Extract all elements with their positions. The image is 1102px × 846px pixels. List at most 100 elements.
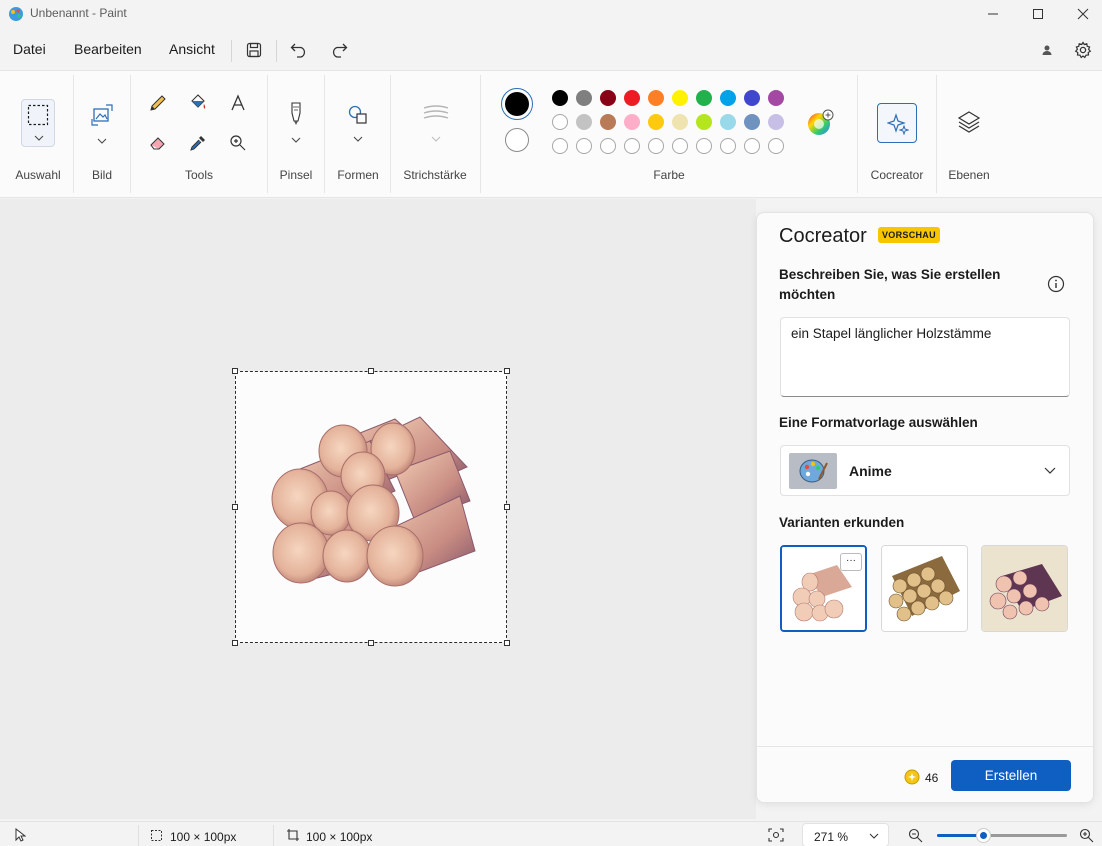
rectangle-select-icon	[27, 104, 49, 126]
resize-handle-bottom[interactable]	[368, 640, 374, 646]
resize-handle-top[interactable]	[368, 368, 374, 374]
custom-color-slot[interactable]	[720, 138, 736, 154]
custom-color-slot[interactable]	[552, 138, 568, 154]
eraser-tool[interactable]	[145, 130, 171, 156]
color-swatch[interactable]	[720, 90, 736, 106]
custom-color-slot[interactable]	[576, 138, 592, 154]
resize-handle-bottom-right[interactable]	[504, 640, 510, 646]
minimize-icon	[988, 13, 998, 15]
resize-handle-top-left[interactable]	[232, 368, 238, 374]
status-bar: 100 × 100px 100 × 100px 271 %	[0, 821, 1102, 846]
color-swatch[interactable]	[744, 90, 760, 106]
resize-handle-top-right[interactable]	[504, 368, 510, 374]
color-swatch[interactable]	[624, 114, 640, 130]
pencil-tool[interactable]	[145, 90, 171, 116]
color-swatch[interactable]	[624, 90, 640, 106]
variant-image-3	[982, 546, 1067, 631]
color-swatch[interactable]	[696, 90, 712, 106]
custom-color-slot[interactable]	[648, 138, 664, 154]
color-swatch[interactable]	[648, 90, 664, 106]
menu-view[interactable]: Ansicht	[169, 41, 215, 57]
selection-tool-button[interactable]	[21, 99, 55, 147]
magnifier-tool[interactable]	[225, 130, 251, 156]
fill-tool[interactable]	[185, 90, 211, 116]
menu-divider	[276, 40, 277, 62]
minimize-button[interactable]	[970, 0, 1016, 28]
resize-handle-right[interactable]	[504, 504, 510, 510]
text-tool[interactable]	[225, 90, 251, 116]
variant-thumbnail-2[interactable]	[881, 545, 968, 632]
prompt-input[interactable]: ein Stapel länglicher Holzstämme	[780, 317, 1070, 397]
selection-rectangle[interactable]	[232, 368, 510, 646]
primary-color-selector[interactable]	[501, 88, 533, 120]
save-button[interactable]	[243, 39, 265, 61]
paint-bucket-icon	[191, 94, 206, 109]
secondary-color-swatch[interactable]	[505, 128, 529, 152]
color-palette	[552, 90, 787, 160]
color-swatch[interactable]	[720, 114, 736, 130]
group-label-cocreator: Cocreator	[870, 168, 924, 182]
maximize-button[interactable]	[1015, 0, 1061, 28]
close-button[interactable]	[1060, 0, 1102, 28]
variant-thumbnail-3[interactable]	[981, 545, 1068, 632]
color-swatch[interactable]	[576, 114, 592, 130]
credits-coin-icon	[904, 769, 920, 785]
custom-color-slot[interactable]	[600, 138, 616, 154]
color-swatch[interactable]	[672, 90, 688, 106]
resize-handle-bottom-left[interactable]	[232, 640, 238, 646]
chevron-down-icon	[353, 136, 363, 142]
panel-title: Cocreator	[779, 225, 867, 247]
brush-icon	[291, 102, 301, 125]
ribbon-divider	[267, 75, 268, 193]
color-swatch[interactable]	[744, 114, 760, 130]
color-swatch[interactable]	[768, 114, 784, 130]
variant-thumbnail-1[interactable]: ···	[780, 545, 867, 632]
group-label-tools: Tools	[184, 168, 213, 182]
account-button[interactable]	[1036, 39, 1058, 61]
layers-button[interactable]	[956, 109, 984, 137]
image-tool-button[interactable]	[86, 101, 118, 149]
create-button[interactable]: Erstellen	[951, 760, 1071, 791]
variant-more-options-button[interactable]: ···	[840, 553, 862, 571]
color-picker-tool[interactable]	[185, 130, 211, 156]
color-swatch[interactable]	[600, 114, 616, 130]
menu-edit[interactable]: Bearbeiten	[74, 41, 142, 57]
primary-color-swatch	[505, 92, 529, 116]
custom-color-slot[interactable]	[696, 138, 712, 154]
zoom-in-icon[interactable]	[1079, 828, 1094, 843]
custom-color-slot[interactable]	[672, 138, 688, 154]
fit-to-window-icon[interactable]	[768, 828, 784, 842]
color-swatch[interactable]	[552, 114, 568, 130]
account-icon	[1042, 45, 1052, 55]
info-icon[interactable]	[1047, 275, 1065, 293]
zoom-value: 271 %	[814, 830, 849, 844]
brush-tool-button[interactable]	[281, 99, 311, 149]
redo-button[interactable]	[328, 39, 350, 61]
settings-button[interactable]	[1072, 39, 1094, 61]
color-swatch[interactable]	[552, 90, 568, 106]
shapes-tool-button[interactable]	[343, 101, 373, 149]
color-swatch[interactable]	[576, 90, 592, 106]
style-dropdown[interactable]: Anime	[780, 445, 1070, 496]
chevron-down-icon	[97, 138, 107, 144]
color-swatch[interactable]	[648, 114, 664, 130]
cocreator-toggle-button[interactable]	[877, 103, 917, 143]
zoom-dropdown[interactable]: 271 %	[802, 823, 889, 846]
color-swatch[interactable]	[600, 90, 616, 106]
menu-file[interactable]: Datei	[13, 41, 46, 57]
custom-color-slot[interactable]	[744, 138, 760, 154]
color-swatch[interactable]	[696, 114, 712, 130]
zoom-out-icon[interactable]	[908, 828, 923, 843]
color-wheel-icon	[808, 109, 834, 135]
edit-colors-button[interactable]	[807, 109, 834, 135]
style-value: Anime	[849, 463, 892, 479]
color-swatch[interactable]	[672, 114, 688, 130]
custom-color-slot[interactable]	[768, 138, 784, 154]
maximize-icon	[1033, 9, 1043, 19]
color-swatch[interactable]	[768, 90, 784, 106]
zoom-slider-thumb[interactable]	[977, 829, 990, 842]
undo-button[interactable]	[288, 39, 310, 61]
resize-handle-left[interactable]	[232, 504, 238, 510]
custom-color-slot[interactable]	[624, 138, 640, 154]
sparkle-icon	[887, 113, 909, 135]
